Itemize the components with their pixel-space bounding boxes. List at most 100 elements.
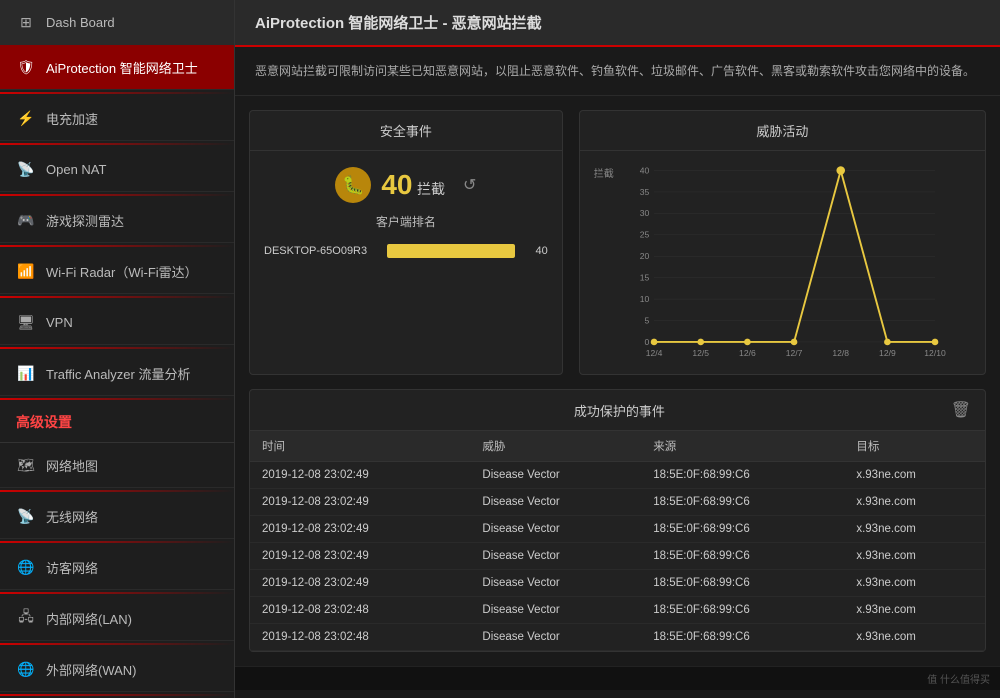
traffic-icon: 📊 [16,363,36,383]
sidebar-divider [0,694,234,696]
col-time: 时间 [250,431,470,462]
sidebar-item-opennat[interactable]: 📡 Open NAT [0,147,234,192]
sidebar-divider [0,592,234,594]
sidebar-item-gameradar[interactable]: 🎮游戏探测雷达 [0,198,234,243]
opennat-icon: 📡 [16,159,36,179]
cell-target: x.93ne.com [844,624,985,651]
page-header: AiProtection 智能网络卫士 - 恶意网站拦截 [235,0,1000,47]
sidebar-divider [0,143,234,145]
svg-text:0: 0 [644,337,649,347]
cell-time: 2019-12-08 23:02:49 [250,516,470,543]
events-table-header-row: 时间 威胁 来源 目标 [250,431,985,462]
sidebar-divider [0,92,234,94]
reset-icon[interactable]: ↺ [463,175,476,195]
sidebar-item-boost[interactable]: ⚡ 电充加速 [0,96,234,141]
chart-dot [650,339,657,346]
table-row: 2019-12-08 23:02:48Disease Vector18:5E:0… [250,597,985,624]
sidebar-item-guest[interactable]: 🌐访客网络 [0,545,234,590]
svg-text:12/5: 12/5 [692,349,709,359]
watermark: 值 什么值得买 [927,675,990,686]
cell-source: 18:5E:0F:68:99:C6 [641,489,844,516]
wireless-icon: 📡 [16,506,36,526]
cell-source: 18:5E:0F:68:99:C6 [641,624,844,651]
svg-text:10: 10 [640,294,650,304]
sidebar-label-wan: 外部网络(WAN) [46,660,137,679]
guest-icon: 🌐 [16,557,36,577]
col-target: 目标 [844,431,985,462]
sidebar-item-lan[interactable]: 🖧内部网络(LAN) [0,596,234,641]
sidebar-divider [0,643,234,645]
main-content: AiProtection 智能网络卫士 - 恶意网站拦截 恶意网站拦截可限制访问… [235,0,1000,698]
cell-target: x.93ne.com [844,516,985,543]
svg-text:25: 25 [640,230,650,240]
svg-text:5: 5 [644,316,649,326]
cell-threat: Disease Vector [470,462,641,489]
client-bar [387,244,515,258]
vpn-icon: 🖥 [16,312,36,332]
client-count: 40 [523,245,548,257]
delete-icon[interactable]: 🗑 [951,400,971,420]
chart-dot [790,339,797,346]
sidebar-item-wireless[interactable]: 📡无线网络 [0,494,234,539]
svg-text:30: 30 [640,209,650,219]
events-table-wrapper: 时间 威胁 来源 目标 2019-12-08 23:02:49Disease V… [250,431,985,651]
svg-text:12/4: 12/4 [645,349,662,359]
cell-target: x.93ne.com [844,543,985,570]
threat-activity-panel: 威胁活动 拦截 40 3 [579,110,986,375]
sidebar-item-aiprotection[interactable]: 🛡AiProtection 智能网络卫士 [0,45,234,90]
svg-text:35: 35 [640,187,650,197]
page-description: 恶意网站拦截可限制访问某些已知恶意网站，以阻止恶意软件、钓鱼软件、垃圾邮件、广告… [235,47,1000,96]
wan-icon: 🌐 [16,659,36,679]
chart-y-label: 拦截 [594,165,614,180]
lan-icon: 🖧 [16,608,36,628]
sidebar-item-dashboard[interactable]: ⊞Dash Board [0,0,234,45]
cell-source: 18:5E:0F:68:99:C6 [641,570,844,597]
cell-target: x.93ne.com [844,570,985,597]
sidebar-label-opennat: Open NAT [46,162,106,177]
cell-source: 18:5E:0F:68:99:C6 [641,543,844,570]
events-table: 时间 威胁 来源 目标 2019-12-08 23:02:49Disease V… [250,431,985,651]
cell-threat: Disease Vector [470,624,641,651]
cell-threat: Disease Vector [470,489,641,516]
boost-icon: ⚡ [16,108,36,128]
svg-text:12/6: 12/6 [739,349,756,359]
sidebar-item-wifiradar[interactable]: 📶Wi-Fi Radar（Wi-Fi雷达） [0,249,234,294]
cell-target: x.93ne.com [844,489,985,516]
chart-dot [697,339,704,346]
col-source: 来源 [641,431,844,462]
sidebar-label-wifiradar: Wi-Fi Radar（Wi-Fi雷达） [46,262,198,281]
gameradar-icon: 🎮 [16,210,36,230]
bottom-bar: 值 什么值得买 [235,666,1000,690]
svg-text:40: 40 [640,166,650,176]
sidebar-divider [0,347,234,349]
sidebar-label-boost: 电充加速 [46,109,98,128]
sidebar-divider [0,245,234,247]
client-row: DESKTOP-65O09R3 40 [250,240,562,268]
block-label: 拦截 [417,181,445,197]
svg-text:12/8: 12/8 [832,349,849,359]
chart-peak-dot [836,167,845,176]
sidebar-divider [0,490,234,492]
svg-text:12/9: 12/9 [879,349,896,359]
sidebar-item-wan[interactable]: 🌐 外部网络(WAN) [0,647,234,692]
threat-chart: 40 35 30 25 20 15 10 5 0 12/4 12/5 12/6 … [592,161,973,361]
bug-icon: 🐛 [335,167,371,203]
sidebar-item-netmap[interactable]: 🗺 网络地图 [0,443,234,488]
cell-time: 2019-12-08 23:02:48 [250,597,470,624]
sidebar-divider [0,541,234,543]
table-row: 2019-12-08 23:02:49Disease Vector18:5E:0… [250,489,985,516]
svg-text:12/10: 12/10 [924,349,946,359]
sidebar-label-netmap: 网络地图 [46,456,98,475]
cell-time: 2019-12-08 23:02:48 [250,624,470,651]
sidebar-label-traffic: Traffic Analyzer 流量分析 [46,364,190,383]
netmap-icon: 🗺 [16,455,36,475]
cell-time: 2019-12-08 23:02:49 [250,462,470,489]
security-events-panel: 安全事件 🐛 40 拦截 ↺ 客户端排名 DESKTOP-65O09R3 40 [249,110,563,375]
sidebar-item-vpn[interactable]: 🖥 VPN [0,300,234,345]
security-count-display: 40 拦截 [381,169,445,201]
cell-threat: Disease Vector [470,597,641,624]
block-count: 40 [381,169,412,200]
cell-threat: Disease Vector [470,516,641,543]
sidebar-item-traffic[interactable]: 📊 Traffic Analyzer 流量分析 [0,351,234,396]
sidebar-label-vpn: VPN [46,315,73,330]
